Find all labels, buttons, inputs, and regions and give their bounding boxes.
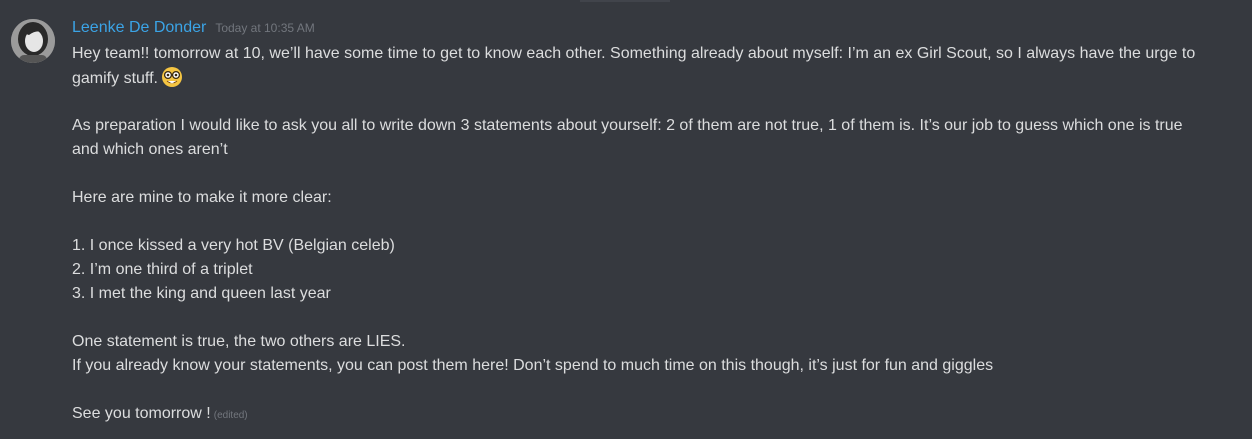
avatar[interactable] bbox=[11, 19, 55, 63]
edited-label: (edited) bbox=[213, 410, 248, 421]
message-line: As preparation I would like to ask you a… bbox=[72, 117, 1183, 134]
list-item: 2. I’m one third of a triplet bbox=[72, 261, 253, 278]
message-line-text: gamify stuff. bbox=[72, 70, 158, 87]
list-item: 1. I once kissed a very hot BV (Belgian … bbox=[72, 237, 395, 254]
message-line: Hey team!! tomorrow at 10, we’ll have so… bbox=[72, 45, 1196, 62]
message-line: Here are mine to make it more clear: bbox=[72, 189, 332, 206]
chat-view: Leenke De Donder Today at 10:35 AM Hey t… bbox=[0, 0, 1252, 439]
message-header: Leenke De Donder Today at 10:35 AM bbox=[72, 19, 315, 41]
message-content: Hey team!! tomorrow at 10, we’ll have so… bbox=[72, 42, 1237, 426]
message: Leenke De Donder Today at 10:35 AM Hey t… bbox=[0, 0, 1252, 439]
list-item: 3. I met the king and queen last year bbox=[72, 285, 331, 302]
message-line: and which ones aren’t bbox=[72, 141, 228, 158]
username[interactable]: Leenke De Donder bbox=[72, 19, 206, 37]
message-line-with-emoji: gamify stuff. bbox=[72, 66, 1237, 90]
message-line: If you already know your statements, you… bbox=[72, 357, 994, 374]
timestamp[interactable]: Today at 10:35 AM bbox=[215, 21, 314, 35]
message-line-text: See you tomorrow ! bbox=[72, 405, 211, 422]
nerd-face-emoji[interactable] bbox=[161, 66, 183, 88]
message-line-final: See you tomorrow ! (edited) bbox=[72, 402, 1237, 426]
message-line: One statement is true, the two others ar… bbox=[72, 333, 406, 350]
